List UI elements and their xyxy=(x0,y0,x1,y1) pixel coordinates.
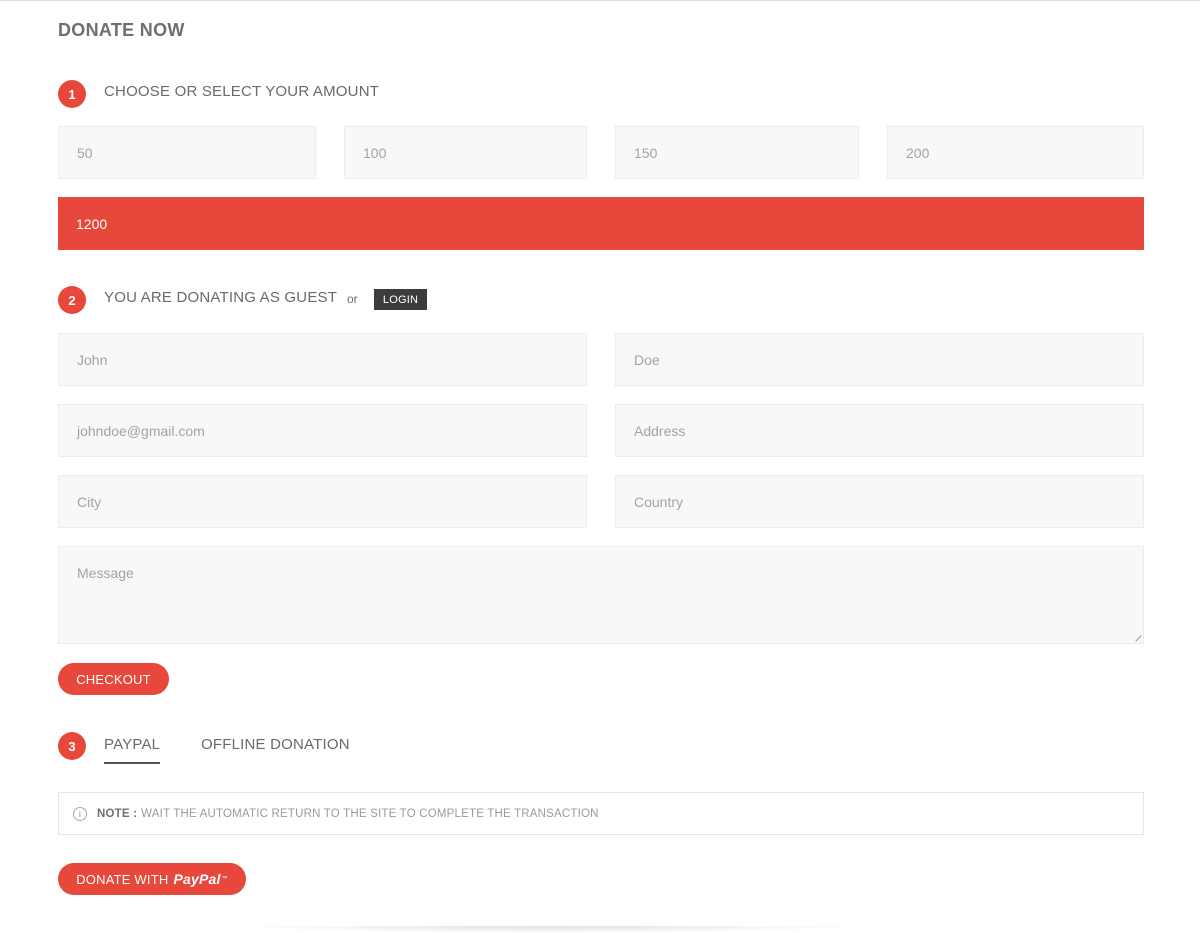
page-title: DONATE NOW xyxy=(58,20,185,40)
tab-offline-donation[interactable]: OFFLINE DONATION xyxy=(201,736,350,753)
amount-option-50[interactable]: 50 xyxy=(58,126,316,179)
amount-option-150[interactable]: 150 xyxy=(615,126,859,179)
or-separator: or xyxy=(347,292,358,306)
step-1-badge: 1 xyxy=(58,80,86,108)
tab-paypal[interactable]: PAYPAL xyxy=(104,736,160,753)
address-field[interactable]: Address xyxy=(615,404,1144,457)
step-2-badge: 2 xyxy=(58,286,86,314)
note-text: WAIT THE AUTOMATIC RETURN TO THE SITE TO… xyxy=(141,807,599,820)
step-2-title: YOU ARE DONATING AS GUEST xyxy=(104,289,338,306)
info-icon: i xyxy=(73,806,87,821)
custom-amount-input[interactable]: 1200 xyxy=(58,197,1144,250)
active-tab-indicator xyxy=(104,762,160,764)
step-3-badge: 3 xyxy=(58,732,86,760)
last-name-field[interactable]: Doe xyxy=(615,333,1144,386)
donate-label: DONATE WITH xyxy=(76,871,169,887)
first-name-field[interactable]: John xyxy=(58,333,587,386)
message-placeholder: Message xyxy=(77,565,134,581)
step-1-title: CHOOSE OR SELECT YOUR AMOUNT xyxy=(104,83,380,100)
resize-handle-icon[interactable] xyxy=(1130,630,1142,642)
email-field[interactable]: johndoe@gmail.com xyxy=(58,404,587,457)
login-button[interactable]: LOGIN xyxy=(374,289,427,310)
city-field[interactable]: City xyxy=(58,475,587,528)
donate-with-paypal-button[interactable]: DONATE WITH PayPal ™ xyxy=(58,863,246,895)
transaction-note: i NOTE : WAIT THE AUTOMATIC RETURN TO TH… xyxy=(58,792,1144,835)
note-label: NOTE : xyxy=(97,807,138,820)
paypal-logo: PayPal xyxy=(173,871,221,887)
paypal-trademark: ™ xyxy=(221,876,228,882)
bottom-shadow xyxy=(230,926,870,933)
amount-option-100[interactable]: 100 xyxy=(344,126,587,179)
country-field[interactable]: Country xyxy=(615,475,1144,528)
top-divider xyxy=(0,0,1200,1)
checkout-button[interactable]: CHECKOUT xyxy=(58,663,169,695)
message-textarea[interactable]: Message xyxy=(58,546,1144,644)
amount-option-200[interactable]: 200 xyxy=(887,126,1144,179)
